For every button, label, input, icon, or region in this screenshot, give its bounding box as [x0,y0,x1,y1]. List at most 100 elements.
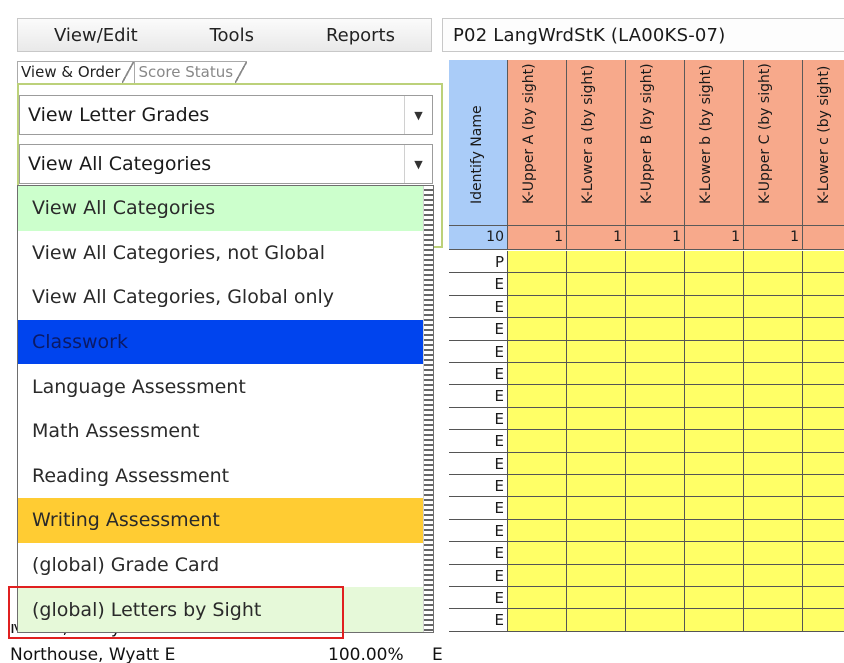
score-cell[interactable] [803,542,844,565]
score-cell[interactable] [744,519,803,543]
dropdown-option[interactable]: Classwork [18,319,433,365]
score-cell[interactable] [626,497,685,520]
score-cell[interactable] [626,609,685,632]
column-header[interactable]: K-Upper C (by sight) [744,60,803,226]
score-cell[interactable] [685,609,744,632]
score-cell[interactable] [744,407,803,431]
score-cell[interactable] [626,430,685,453]
score-cell[interactable] [626,273,685,296]
column-header-identify-name[interactable]: Identify Name [449,60,508,226]
score-cell[interactable] [744,340,803,363]
column-header[interactable]: K-Lower a (by sight) [567,60,626,226]
score-cell[interactable] [626,407,685,431]
score-cell[interactable] [626,295,685,319]
score-cell[interactable] [626,452,685,475]
score-cell[interactable] [508,340,567,363]
score-cell[interactable] [685,407,744,431]
tab-score-status[interactable]: Score Status [134,61,248,84]
score-cell[interactable] [685,519,744,543]
score-cell[interactable] [803,452,844,475]
score-cell[interactable] [508,318,567,341]
identify-cell[interactable]: E [449,542,508,565]
score-cell[interactable] [744,251,803,274]
list-item[interactable]: Northouse, Wyatt E 100.00% E [10,645,443,663]
score-cell[interactable] [803,407,844,431]
dropdown-option[interactable]: View All Categories, not Global [18,230,433,276]
score-cell[interactable] [744,475,803,498]
identify-cell[interactable]: P [449,251,508,274]
score-cell[interactable] [803,497,844,520]
identify-cell[interactable]: E [449,519,508,543]
score-cell[interactable] [567,587,626,610]
score-cell[interactable] [508,363,567,386]
score-cell[interactable] [626,363,685,386]
score-cell[interactable] [744,318,803,341]
score-cell[interactable] [744,363,803,386]
score-cell[interactable] [803,519,844,543]
column-header[interactable]: K-Upper B (by sight) [626,60,685,226]
score-cell[interactable] [685,318,744,341]
score-cell[interactable] [685,475,744,498]
score-cell[interactable] [803,385,844,408]
score-cell[interactable] [626,542,685,565]
dropdown-option[interactable]: Writing Assessment [18,498,433,543]
score-cell[interactable] [508,564,567,587]
score-cell[interactable] [567,273,626,296]
score-cell[interactable] [626,587,685,610]
menu-view-edit[interactable]: View/Edit [54,25,138,46]
score-cell[interactable] [744,273,803,296]
score-cell[interactable] [685,340,744,363]
grade-view-select[interactable]: View Letter Grades ▼ [19,95,433,135]
score-cell[interactable] [685,385,744,408]
identify-cell[interactable]: E [449,340,508,363]
score-cell[interactable] [567,519,626,543]
score-cell[interactable] [567,497,626,520]
score-cell[interactable] [567,363,626,386]
identify-cell[interactable]: E [449,385,508,408]
score-cell[interactable] [567,475,626,498]
score-cell[interactable] [744,430,803,453]
score-cell[interactable] [803,609,844,632]
score-cell[interactable] [803,587,844,610]
score-cell[interactable] [508,385,567,408]
score-cell[interactable] [685,363,744,386]
category-view-select[interactable]: View All Categories ▼ [19,144,433,184]
dropdown-option[interactable]: View All Categories [18,186,433,231]
score-cell[interactable] [685,564,744,587]
score-cell[interactable] [567,609,626,632]
column-header[interactable]: K-Lower b (by sight) [685,60,744,226]
identify-cell[interactable]: E [449,475,508,498]
identify-cell[interactable]: E [449,497,508,520]
score-cell[interactable] [685,497,744,520]
score-cell[interactable] [803,295,844,319]
score-cell[interactable] [685,273,744,296]
score-cell[interactable] [685,587,744,610]
dropdown-option[interactable]: Math Assessment [18,408,433,454]
score-cell[interactable] [626,318,685,341]
score-cell[interactable] [567,385,626,408]
score-cell[interactable] [567,340,626,363]
identify-cell[interactable]: E [449,273,508,296]
score-cell[interactable] [803,430,844,453]
score-cell[interactable] [744,564,803,587]
score-cell[interactable] [567,542,626,565]
score-cell[interactable] [508,295,567,319]
score-cell[interactable] [508,609,567,632]
menu-tools[interactable]: Tools [210,25,254,46]
score-cell[interactable] [626,519,685,543]
score-cell[interactable] [508,452,567,475]
score-cell[interactable] [626,475,685,498]
score-cell[interactable] [567,251,626,274]
score-cell[interactable] [508,542,567,565]
identify-cell[interactable]: E [449,587,508,610]
dropdown-option[interactable]: View All Categories, Global only [18,275,433,320]
score-cell[interactable] [508,251,567,274]
score-cell[interactable] [508,475,567,498]
score-cell[interactable] [508,587,567,610]
score-cell[interactable] [567,564,626,587]
identify-cell[interactable]: E [449,407,508,431]
identify-cell[interactable]: E [449,363,508,386]
score-cell[interactable] [626,385,685,408]
identify-cell[interactable]: E [449,295,508,319]
score-cell[interactable] [744,587,803,610]
